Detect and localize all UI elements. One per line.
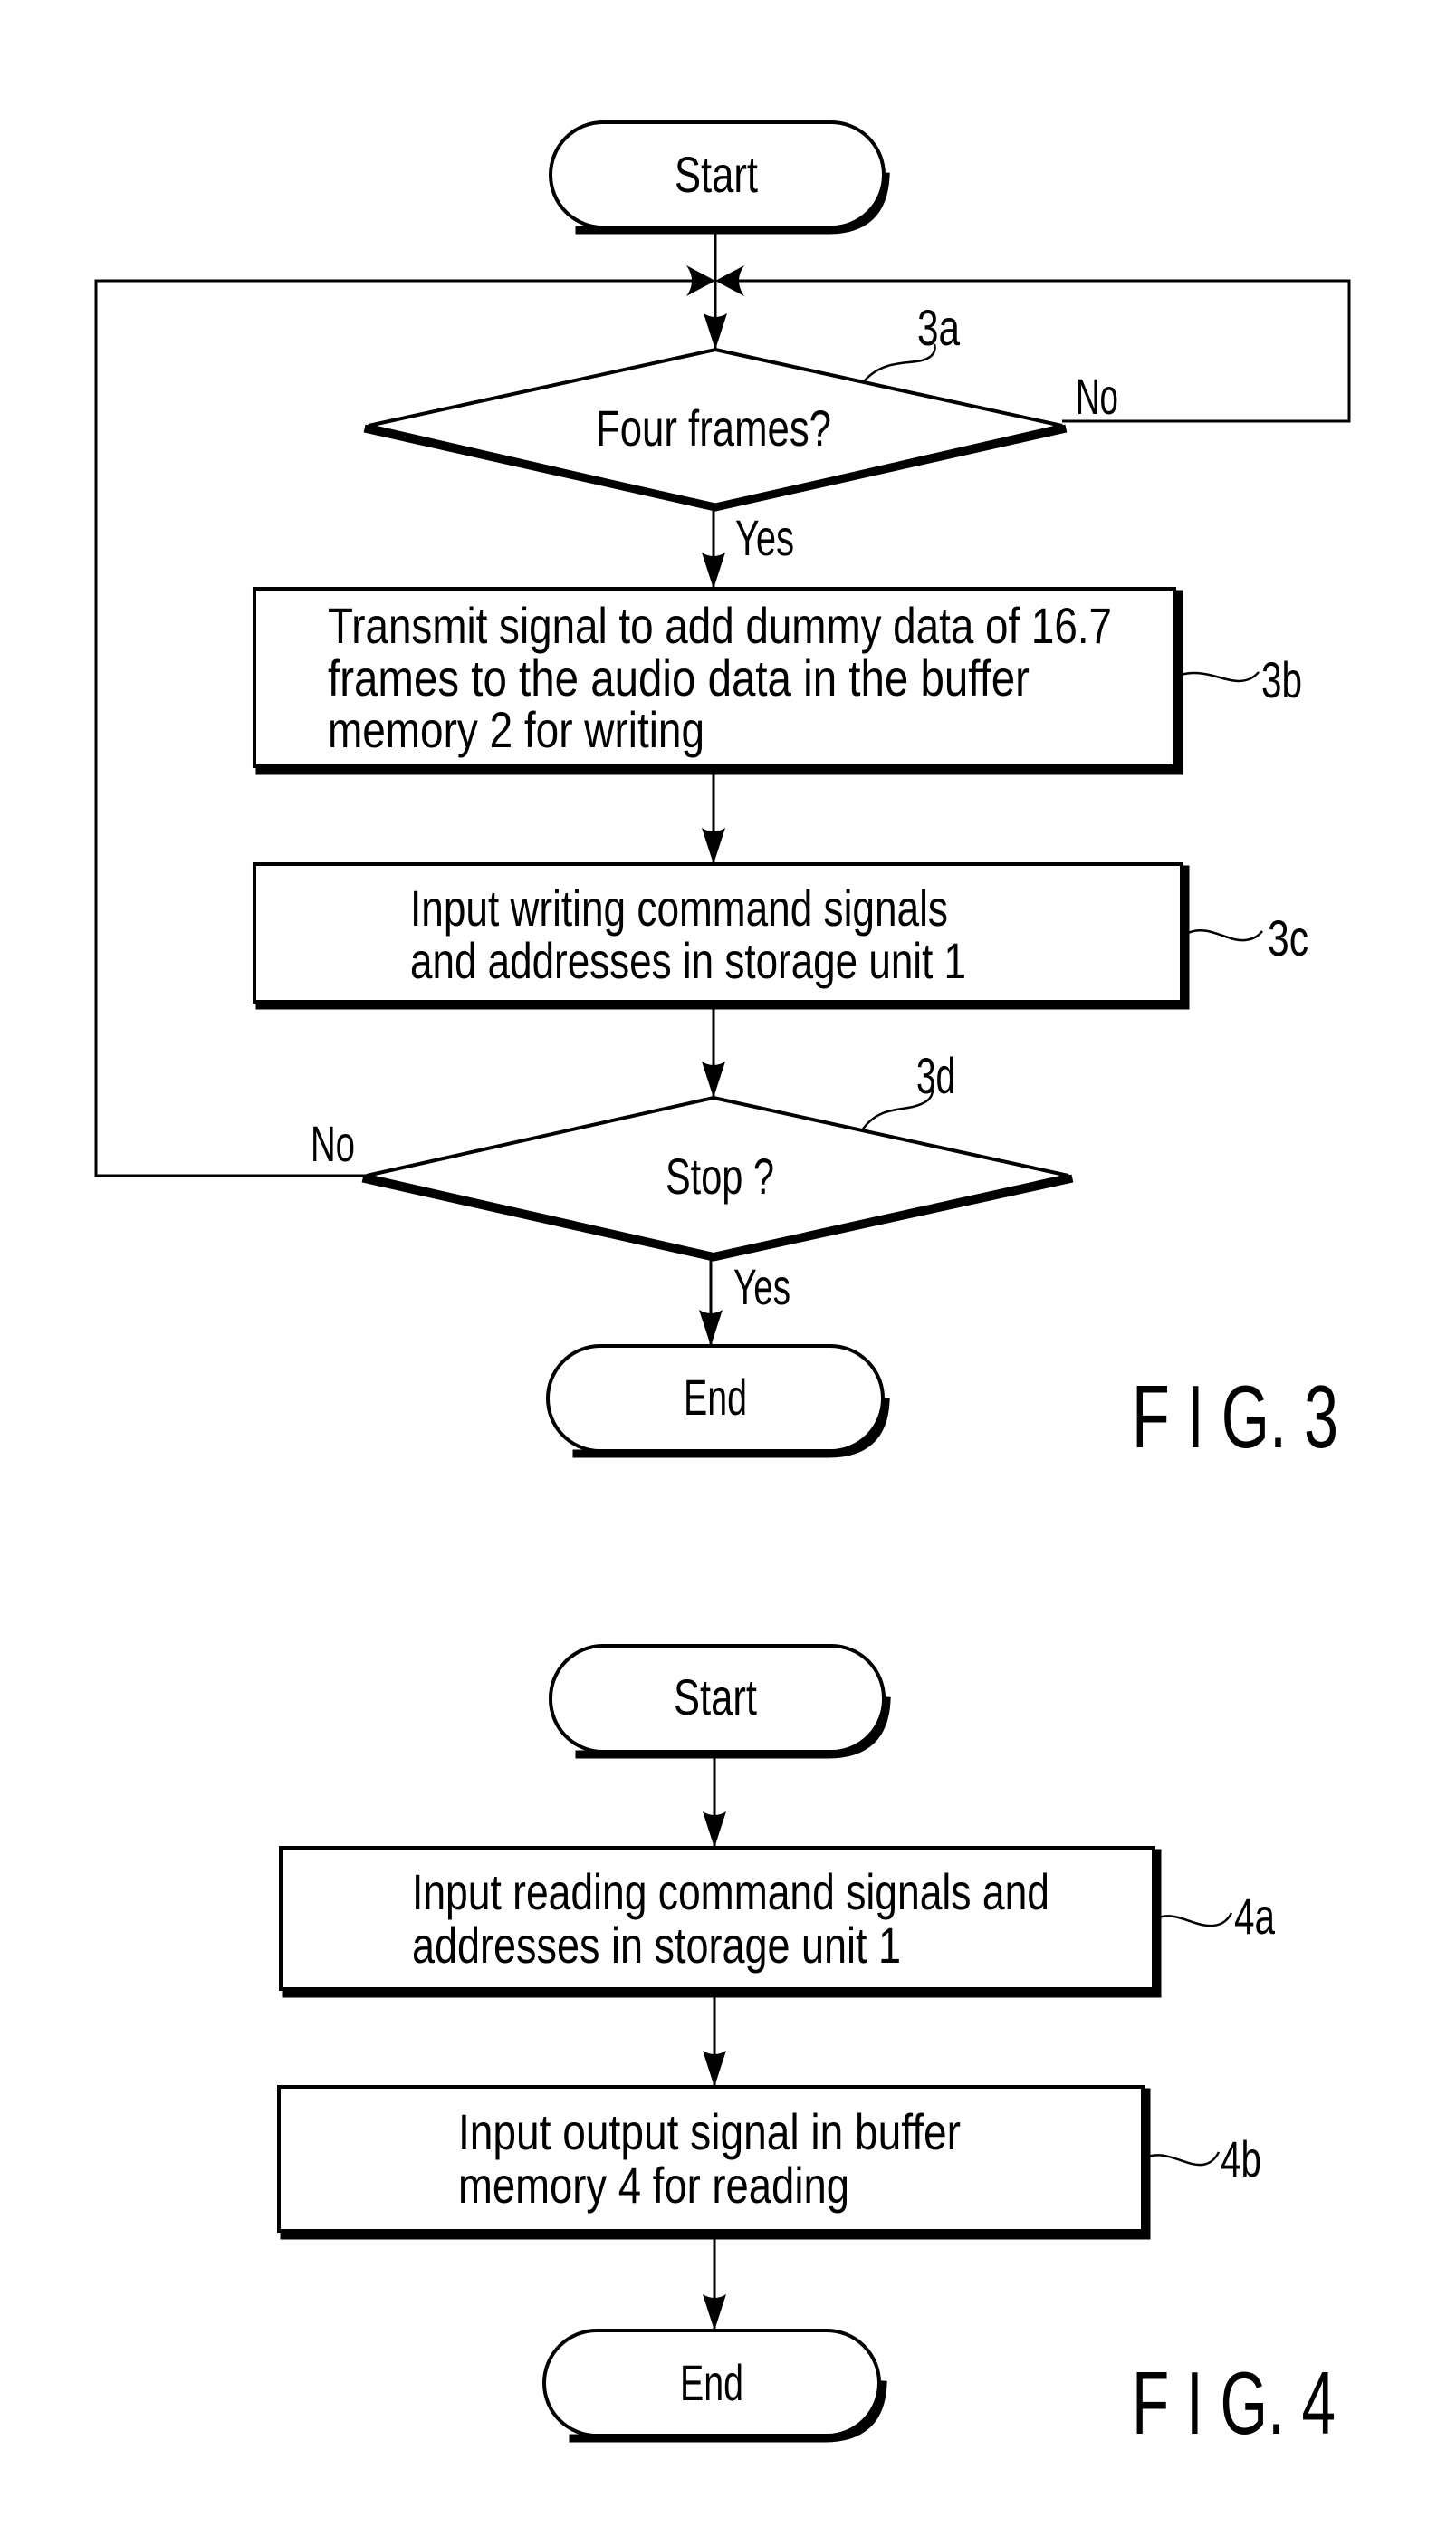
fig3-ref-3c: 3c (1268, 909, 1308, 966)
fig3-3a-no-label: No (1076, 368, 1118, 425)
fig3-end-label: End (684, 1369, 747, 1426)
fig4-end-label: End (680, 2354, 743, 2411)
fig4-ref-4a: 4a (1234, 1888, 1276, 1945)
fig4-process-4a: Input reading command signals and addres… (279, 1846, 1276, 1998)
fig4-process-4a-line-2: addresses in storage unit 1 (412, 1917, 901, 1974)
fig3-process-3c: Input writing command signals and addres… (253, 862, 1308, 1010)
fig4-process-4b-line-2: memory 4 for reading (458, 2157, 849, 2214)
fig4-process-4a-line-1: Input reading command signals and (412, 1863, 1049, 1920)
fig4-ref-4b: 4b (1221, 2130, 1261, 2187)
fig3-ref-3b: 3b (1261, 651, 1302, 708)
fig4-process-4b-line-1: Input output signal in buffer (458, 2103, 961, 2160)
fig3-3d-yes-label: Yes (733, 1258, 790, 1315)
fig4-caption: F I G. 4 (1132, 2353, 1336, 2453)
fig3-process-3c-line-1: Input writing command signals (410, 879, 948, 937)
fig3-3a-yes-label: Yes (735, 509, 794, 566)
fig3-process-3b-line-2: frames to the audio data in the buffer (328, 649, 1030, 706)
fig3-start-label: Start (675, 146, 758, 203)
fig3-end-terminal: End (546, 1344, 890, 1458)
fig3-process-3b-line-3: memory 2 for writing (328, 701, 704, 758)
fig3-process-3b-line-1: Transmit signal to add dummy data of 16.… (328, 597, 1112, 654)
fig3-decision-3a-text: Four frames? (596, 399, 831, 456)
fig3-start-terminal: Start (549, 120, 890, 235)
fig3-3d-no-label: No (311, 1115, 355, 1172)
fig3-process-3b: Transmit signal to add dummy data of 16.… (253, 587, 1302, 775)
fig4-start-terminal: Start (549, 1644, 891, 1759)
fig3-caption: F I G. 3 (1132, 1367, 1338, 1466)
fig4-start-label: Start (674, 1668, 757, 1725)
fig4-process-4b: Input output signal in buffer memory 4 f… (277, 2085, 1261, 2240)
patent-drawing-sheet: Start Four frames? 3a No Yes Transmit si… (0, 0, 1456, 2537)
fig3-ref-3d: 3d (916, 1047, 955, 1104)
fig3-ref-3a: 3a (917, 299, 961, 356)
fig3-decision-3d-text: Stop ? (666, 1148, 774, 1205)
fig4-end-terminal: End (542, 2329, 887, 2443)
fig3-process-3c-line-2: and addresses in storage unit 1 (410, 932, 966, 989)
